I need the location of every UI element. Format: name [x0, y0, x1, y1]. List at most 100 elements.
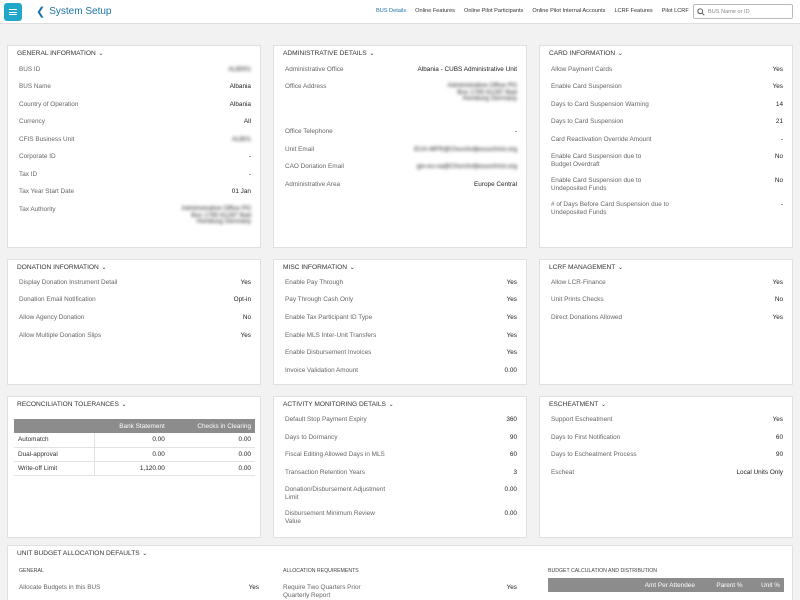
search-input[interactable] — [708, 8, 792, 15]
hamburger-icon — [9, 9, 17, 15]
activity-row-dormancy: Days to Dormancy 90 — [285, 434, 517, 441]
general-row-tax-authority: Tax Authority Administrative Office PO Bo… — [19, 205, 251, 225]
unit-budget-allocation-panel: UNIT BUDGET ALLOCATION DEFAULTS ⌄ GENERA… — [7, 545, 793, 600]
activity-row-fiscal-editing: Fiscal Editing Allowed Days in MLS 60 — [285, 451, 517, 458]
admin-row-address: Office Address Administrative Office PO B… — [285, 82, 517, 102]
budget-allocation-label: ALLOCATION REQUIREMENTS — [283, 568, 359, 574]
top-nav: BUS Details Online Features Online Pilot… — [376, 8, 689, 14]
escheat-row-escheat: Escheat Local Units Only — [551, 469, 783, 476]
administrative-details-panel: ADMINISTRATIVE DETAILS ⌄ Administrative … — [273, 45, 527, 248]
chevron-down-icon: ⌄ — [386, 402, 394, 408]
activity-row-retention: Transaction Retention Years 3 — [285, 469, 517, 476]
chevron-down-icon: ⌄ — [119, 402, 127, 408]
general-row-country: Country of Operation Albania — [19, 101, 251, 108]
budget-header-parent-pct: Parent % — [698, 578, 747, 592]
misc-row-cash-only: Pay Through Cash Only Yes — [285, 296, 517, 303]
back-chevron-icon[interactable]: ❮ — [36, 5, 45, 18]
nav-bus-details[interactable]: BUS Details — [376, 8, 406, 14]
reconciliation-tolerances-title[interactable]: RECONCILIATION TOLERANCES ⌄ — [17, 401, 127, 408]
card-row-suspension-warning: Days to Card Suspension Warning 14 — [551, 101, 783, 108]
activity-row-minimum-review: Disbursement Minimum Review Value 0.00 — [285, 510, 517, 525]
admin-row-telephone: Office Telephone - — [285, 128, 517, 135]
table-row: Dual-approval 0.00 0.00 — [14, 447, 255, 462]
donation-row-agency: Allow Agency Donation No — [19, 314, 251, 321]
chevron-down-icon: ⌄ — [99, 265, 107, 271]
admin-row-office: Administrative Office Albania - CUBS Admi… — [285, 66, 517, 73]
chevron-down-icon: ⌄ — [616, 51, 623, 57]
card-row-reactivation-override: Card Reactivation Override Amount - — [551, 136, 783, 143]
misc-row-inter-unit: Enable MLS Inter-Unit Transfers Yes — [285, 332, 517, 339]
page-title: ❮ System Setup — [36, 5, 111, 18]
general-information-title[interactable]: GENERAL INFORMATION ⌄ — [17, 50, 103, 57]
chevron-down-icon: ⌄ — [616, 265, 624, 271]
nav-online-features[interactable]: Online Features — [415, 8, 455, 14]
search-icon — [697, 7, 705, 16]
budget-calc-label: BUDGET CALCULATION AND DISTRIBUTION — [548, 568, 658, 574]
escheat-row-support: Support Escheatment Yes — [551, 416, 783, 423]
donation-information-panel: DONATION INFORMATION ⌄ Display Donation … — [7, 259, 261, 385]
admin-row-area: Administrative Area Europe Central — [285, 181, 517, 188]
nav-online-pilot-internal-accounts[interactable]: Online Pilot Internal Accounts — [532, 8, 605, 14]
chevron-down-icon: ⌄ — [599, 402, 607, 408]
general-row-bus-name: BUS Name Albania — [19, 83, 251, 90]
escheat-row-process: Days to Escheatment Process 90 — [551, 451, 783, 458]
unit-budget-allocation-title[interactable]: UNIT BUDGET ALLOCATION DEFAULTS ⌄ — [17, 550, 147, 557]
card-row-undeposited-funds: Enable Card Suspension due to Undeposite… — [551, 177, 783, 192]
nav-lcrf-features[interactable]: LCRF Features — [614, 8, 652, 14]
misc-row-invoice-validation: Invoice Validation Amount 0.00 — [285, 367, 517, 374]
nav-pilot-lcrf[interactable]: Pilot LCRF — [662, 8, 689, 14]
activity-monitoring-panel: ACTIVITY MONITORING DETAILS ⌄ Default St… — [273, 396, 527, 538]
general-row-tax-year: Tax Year Start Date 01 Jan — [19, 188, 251, 195]
administrative-details-title[interactable]: ADMINISTRATIVE DETAILS ⌄ — [283, 50, 374, 57]
search-box — [693, 4, 793, 19]
general-row-cfis: CFIS Business Unit ALB01 — [19, 136, 251, 143]
misc-information-panel: MISC INFORMATION ⌄ Enable Pay Through Yes… — [273, 259, 527, 385]
general-information-panel: GENERAL INFORMATION ⌄ BUS ID ALB001 BUS N… — [7, 45, 261, 248]
escheat-row-first-notification: Days to First Notification 60 — [551, 434, 783, 441]
donation-information-title[interactable]: DONATION INFORMATION ⌄ — [17, 264, 107, 271]
card-row-enable-suspension: Enable Card Suspension Yes — [551, 83, 783, 90]
chevron-down-icon: ⌄ — [96, 51, 104, 57]
lcrf-row-direct-donations: Direct Donations Allowed Yes — [551, 314, 783, 321]
card-row-days-before-suspension: # of Days Before Card Suspension due to … — [551, 201, 783, 216]
lcrf-management-title[interactable]: LCRF MANAGEMENT ⌄ — [549, 264, 623, 271]
budget-general-label: GENERAL — [19, 568, 44, 574]
escheatment-panel: ESCHEATMENT ⌄ Support Escheatment Yes Day… — [539, 396, 793, 538]
card-row-days-suspension: Days to Card Suspension 21 — [551, 118, 783, 125]
admin-row-unit-email: Unit Email EUA-MFR@Churchofjesuschrist.or… — [285, 146, 517, 153]
recon-header-checks-clearing: Checks in Clearing — [168, 419, 255, 433]
budget-header-blank — [548, 578, 618, 592]
card-row-allow-payment: Allow Payment Cards Yes — [551, 66, 783, 73]
activity-monitoring-title[interactable]: ACTIVITY MONITORING DETAILS ⌄ — [283, 401, 394, 408]
activity-row-adjustment-limit: Donation/Disbursement Adjustment Limit 0.… — [285, 486, 517, 501]
table-row: Write-off Limit 1,120.00 0.00 — [14, 461, 255, 476]
general-row-bus-id: BUS ID ALB001 — [19, 66, 251, 73]
nav-online-pilot-participants[interactable]: Online Pilot Participants — [464, 8, 523, 14]
budget-row-two-quarters: Require Two Quarters Prior Quarterly Rep… — [283, 584, 517, 599]
misc-row-tax-participant: Enable Tax Participant ID Type Yes — [285, 314, 517, 321]
top-bar: ❮ System Setup BUS Details Online Featur… — [0, 0, 800, 24]
budget-header-unit-pct: Unit % — [746, 578, 784, 592]
chevron-down-icon: ⌄ — [140, 551, 148, 557]
card-information-panel: CARD INFORMATION ⌄ Allow Payment Cards Ye… — [539, 45, 793, 248]
recon-header-blank — [14, 419, 94, 433]
budget-header-amt-per-attendee: Amt Per Attendee — [618, 578, 699, 592]
escheatment-title[interactable]: ESCHEATMENT ⌄ — [549, 401, 606, 408]
card-row-budget-overdraft: Enable Card Suspension due to Budget Ove… — [551, 153, 783, 168]
lcrf-management-panel: LCRF MANAGEMENT ⌄ Allow LCR-Finance Yes U… — [539, 259, 793, 385]
misc-information-title[interactable]: MISC INFORMATION ⌄ — [283, 264, 355, 271]
general-row-currency: Currency All — [19, 118, 251, 125]
reconciliation-table: Bank Statement Checks in Clearing Automa… — [14, 419, 255, 476]
donation-row-multiple-slips: Allow Multiple Donation Slips Yes — [19, 332, 251, 339]
donation-row-instrument-detail: Display Donation Instrument Detail Yes — [19, 279, 251, 286]
donation-row-email-notification: Donation Email Notification Opt-in — [19, 296, 251, 303]
card-information-title[interactable]: CARD INFORMATION ⌄ — [549, 50, 623, 57]
budget-calc-table: Amt Per Attendee Parent % Unit % — [548, 578, 784, 592]
hamburger-menu-button[interactable] — [4, 3, 22, 21]
misc-row-disbursement-invoices: Enable Disbursement Invoices Yes — [285, 349, 517, 356]
chevron-down-icon: ⌄ — [347, 265, 355, 271]
misc-row-pay-through: Enable Pay Through Yes — [285, 279, 517, 286]
lcrf-row-prints-checks: Unit Prints Checks No — [551, 296, 783, 303]
admin-row-cao-email: CAO Donation Email gio-eu-sa@Churchofjesu… — [285, 163, 517, 170]
general-row-tax-id: Tax ID - — [19, 171, 251, 178]
